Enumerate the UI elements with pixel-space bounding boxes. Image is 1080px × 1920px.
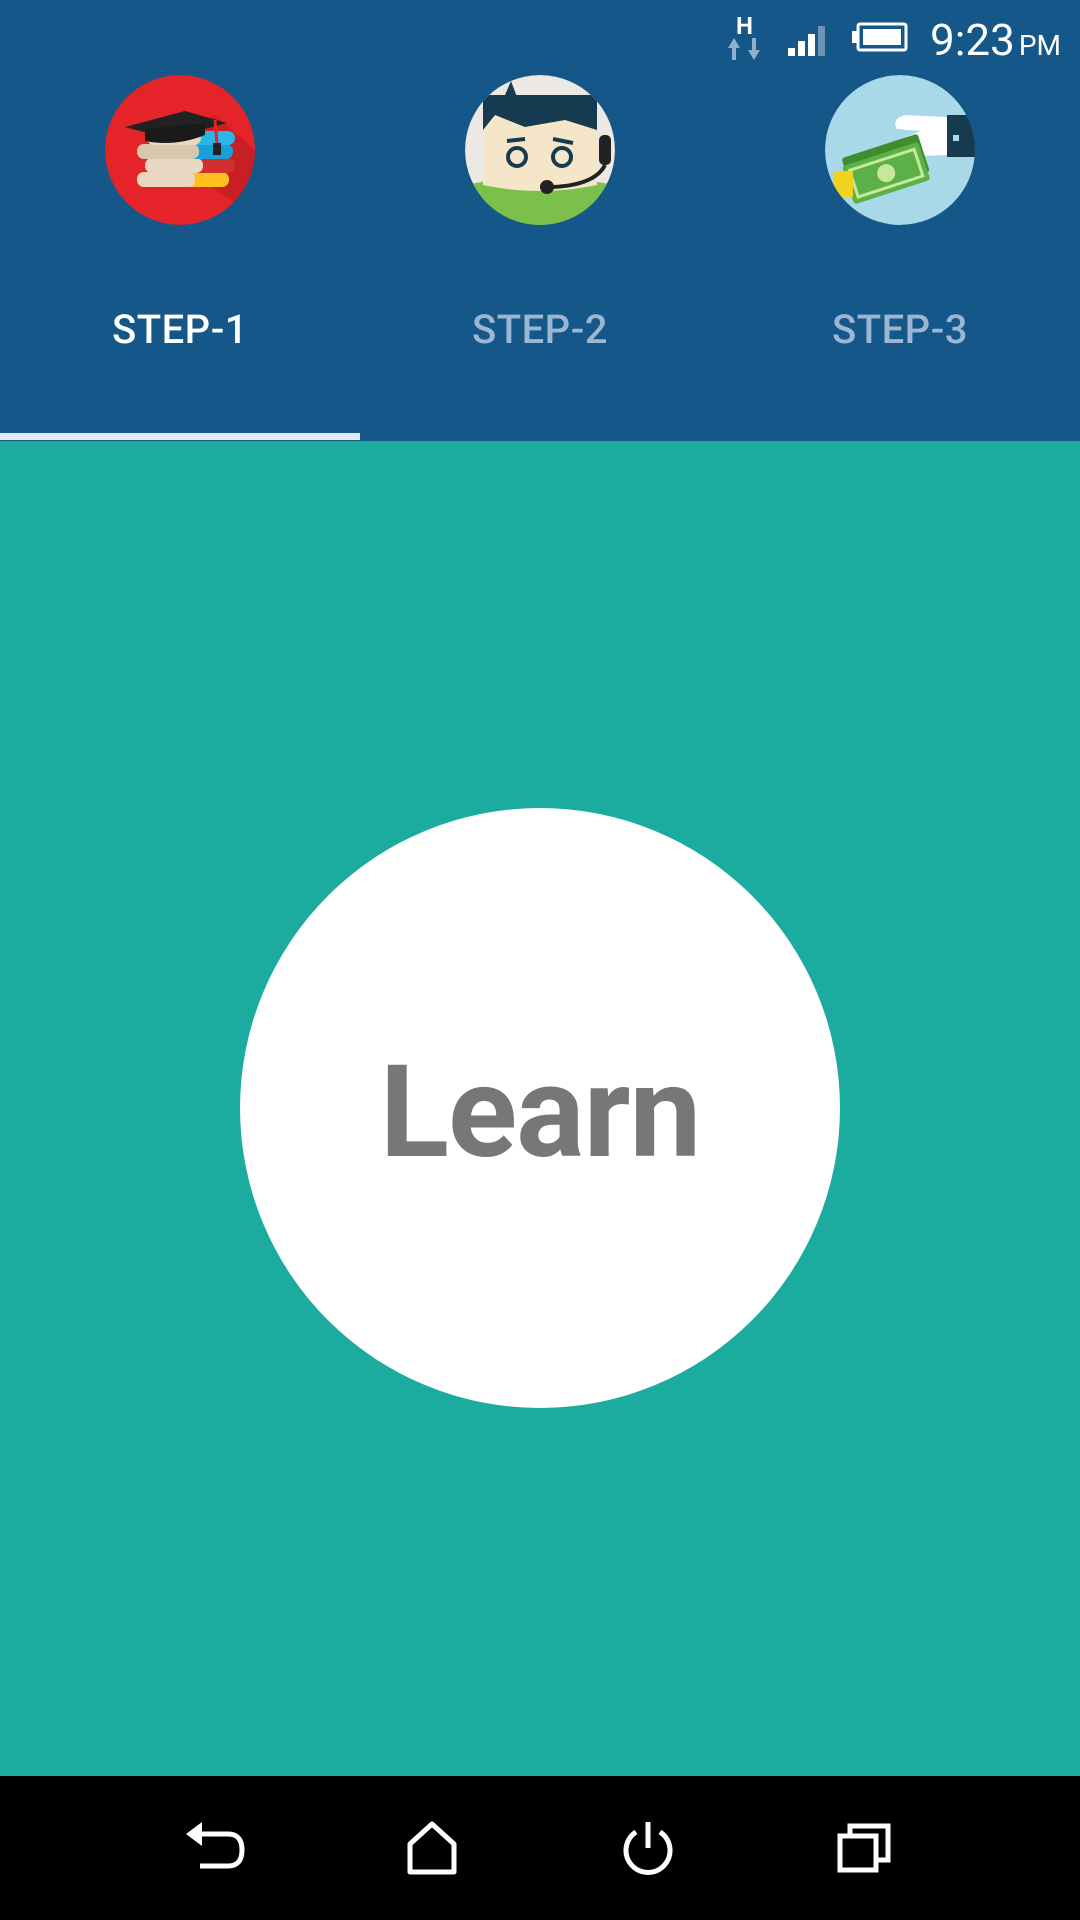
active-tab-indicator: [0, 433, 360, 440]
support-agent-headset-icon: [465, 75, 615, 225]
tab-step-1[interactable]: STEP-1: [0, 0, 360, 441]
tab-step-2[interactable]: STEP-2: [360, 0, 720, 441]
navigation-bar: [0, 1776, 1080, 1920]
tab-step-3-label: STEP-3: [831, 306, 969, 353]
back-icon[interactable]: [176, 1808, 256, 1888]
tab-step-1-label: STEP-1: [111, 306, 249, 353]
money-hand-icon: [825, 75, 975, 225]
books-graduation-cap-icon: [105, 75, 255, 225]
tab-step-3[interactable]: STEP-3: [720, 0, 1080, 441]
tab-step-2-label: STEP-2: [471, 306, 609, 353]
step-content: Learn: [0, 441, 1080, 1776]
power-icon[interactable]: [608, 1808, 688, 1888]
learn-button[interactable]: Learn: [240, 808, 840, 1408]
home-icon[interactable]: [392, 1808, 472, 1888]
recent-apps-icon[interactable]: [824, 1808, 904, 1888]
app-header: H 9:23 PM STEP-1 STEP-2 STEP-3: [0, 0, 1080, 441]
learn-button-label: Learn: [379, 1038, 701, 1188]
